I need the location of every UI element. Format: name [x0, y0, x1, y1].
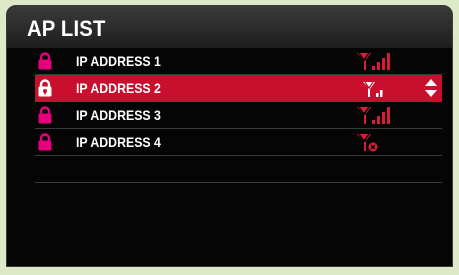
ap-label: IP ADDRESS 4 — [76, 134, 161, 150]
list-item-ap-2[interactable]: IP ADDRESS 2 — [35, 75, 442, 102]
page-title: AP LIST — [27, 16, 106, 41]
empty-list-row — [35, 183, 442, 209]
lock-icon — [38, 106, 52, 124]
up-down-arrows-icon[interactable] — [424, 78, 438, 98]
ap-label: IP ADDRESS 2 — [76, 80, 161, 96]
lock-icon — [38, 52, 52, 70]
lock-icon — [38, 79, 52, 97]
device-frame: AP LIST IP ADDRESS 1 IP ADDRESS 2 IP ADD… — [0, 0, 459, 275]
empty-list-row — [35, 156, 442, 183]
panel-header: AP LIST — [7, 6, 452, 48]
ap-list: IP ADDRESS 1 IP ADDRESS 2 IP ADDRESS 3 I… — [7, 48, 452, 209]
signal-strength-icon — [357, 52, 390, 70]
list-item-ap-1[interactable]: IP ADDRESS 1 — [35, 48, 442, 75]
ap-list-panel: AP LIST IP ADDRESS 1 IP ADDRESS 2 IP ADD… — [6, 5, 453, 267]
ap-label: IP ADDRESS 1 — [76, 53, 161, 69]
ap-label: IP ADDRESS 3 — [76, 107, 161, 123]
list-item-ap-4[interactable]: IP ADDRESS 4 — [35, 129, 442, 156]
no-signal-icon — [357, 133, 378, 152]
lock-icon — [38, 133, 52, 151]
signal-strength-icon — [363, 81, 383, 97]
list-item-ap-3[interactable]: IP ADDRESS 3 — [35, 102, 442, 129]
signal-strength-icon — [357, 106, 390, 124]
